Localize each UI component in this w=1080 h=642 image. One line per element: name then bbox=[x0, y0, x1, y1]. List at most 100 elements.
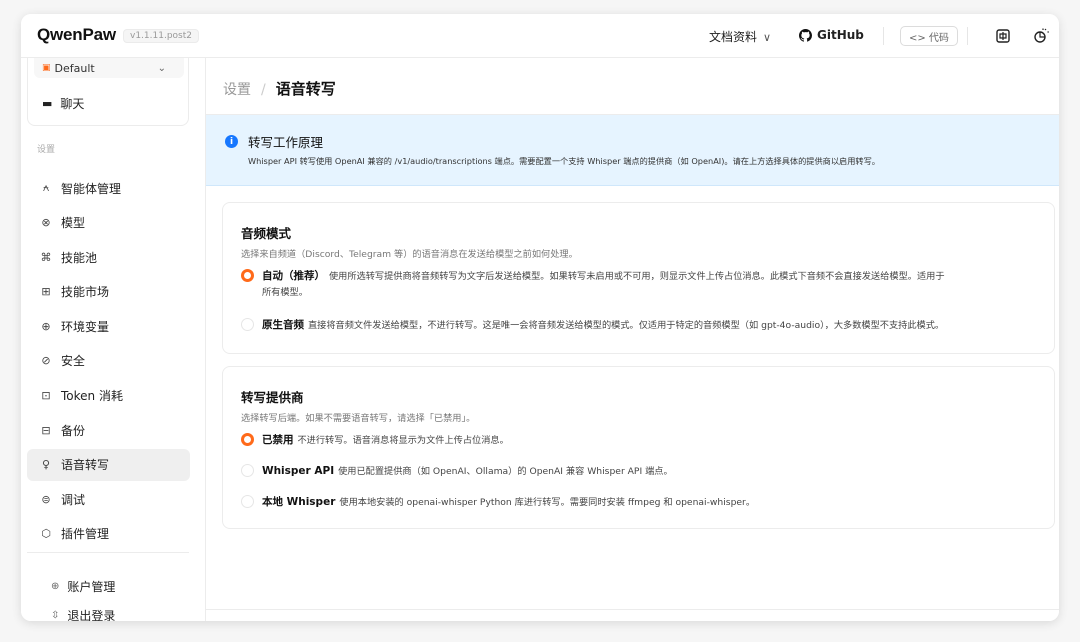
main-content: 设置 / 语音转写 i 转写工作原理 Whisper API 转写使用 Open… bbox=[206, 58, 1059, 621]
theme-icon bbox=[1034, 28, 1049, 43]
option-description: 直接将音频文件发送给模型，不进行转写。这是唯一会将音频发送给模型的模式。仅适用于… bbox=[308, 320, 945, 331]
option-label: 已禁用 bbox=[262, 434, 294, 446]
agent-select-value: Default bbox=[54, 61, 95, 75]
skill-market-icon: ⊞ bbox=[41, 285, 51, 299]
radio-button[interactable] bbox=[241, 495, 254, 508]
sidebar-item-label: 模型 bbox=[61, 216, 86, 231]
settings-menu: ⍲ 智能体管理 ⊗ 模型 ⌘ 技能池 ⊞ 技能市场 ⊕ 环境变量 ⊘ 安全 ⊡ Token 消耗 ⊟ 备份 ♀ 语… bbox=[21, 172, 206, 553]
option-label: Whisper API bbox=[262, 465, 335, 477]
account-button[interactable]: ⊕ 账户管理 bbox=[51, 578, 115, 595]
model-icon: ⊗ bbox=[41, 216, 51, 230]
divider bbox=[883, 27, 884, 45]
audio-mode-card: 音频模式 选择来自频道（Discord、Telegram 等）的语音消息在发送给… bbox=[222, 202, 1055, 354]
microphone-icon: ♀ bbox=[41, 458, 51, 472]
provider-option-disabled[interactable]: 已禁用 不进行转写。语音消息将显示为文件上传占位消息。 bbox=[241, 432, 509, 449]
option-label: 本地 Whisper bbox=[262, 496, 336, 508]
top-bar: QwenPaw v1.1.11.post2 文档资料 ∨ GitHub <> 代码 bbox=[21, 14, 1059, 58]
card-subtitle: 选择来自频道（Discord、Telegram 等）的语音消息在发送给模型之前如… bbox=[241, 249, 578, 260]
card-title: 转写提供商 bbox=[241, 390, 304, 405]
option-description: 使用所选转写提供商将音频转写为文字后发送给模型。如果转写未启用或不可用，则显示文… bbox=[329, 271, 945, 282]
option-description: 使用已配置提供商（如 OpenAI、Ollama）的 OpenAI 兼容 Whi… bbox=[338, 466, 673, 477]
github-link[interactable]: GitHub bbox=[799, 28, 864, 42]
breadcrumb-parent[interactable]: 设置 bbox=[223, 79, 251, 99]
sidebar-item-label: 技能市场 bbox=[61, 285, 110, 300]
page-title: 语音转写 bbox=[275, 80, 336, 98]
agent-icon: ⍲ bbox=[42, 181, 50, 194]
github-label: GitHub bbox=[817, 28, 864, 42]
agent-panel: ▣ Default ⌄ ▬ 聊天 bbox=[27, 58, 189, 126]
sidebar-item-label: 智能体管理 bbox=[61, 181, 122, 196]
option-description: 使用本地安装的 openai-whisper Python 库进行转写。需要同时… bbox=[339, 497, 756, 508]
provider-option-whisper-api[interactable]: Whisper API 使用已配置提供商（如 OpenAI、Ollama）的 Op… bbox=[241, 463, 673, 480]
sidebar-item-plugin[interactable]: ⬡ 插件管理 bbox=[27, 518, 190, 550]
sidebar-item-backup[interactable]: ⊟ 备份 bbox=[27, 414, 190, 446]
sidebar-item-label: 调试 bbox=[61, 492, 86, 507]
radio-button[interactable] bbox=[241, 318, 254, 331]
sidebar-item-agent[interactable]: ⍲ 智能体管理 bbox=[27, 172, 190, 204]
account-label: 账户管理 bbox=[67, 580, 116, 594]
sidebar-item-label: 聊天 bbox=[60, 97, 85, 111]
language-button[interactable] bbox=[992, 25, 1014, 47]
sidebar-item-label: 备份 bbox=[61, 423, 86, 438]
option-description-continued: 所有模型。 bbox=[262, 287, 308, 298]
account-icon: ⊕ bbox=[51, 581, 60, 592]
radio-button[interactable] bbox=[241, 269, 254, 282]
skill-pool-icon: ⌘ bbox=[40, 250, 52, 264]
chevron-down-icon: ⌄ bbox=[157, 62, 166, 74]
info-banner: i 转写工作原理 Whisper API 转写使用 OpenAI 兼容的 /v1… bbox=[206, 115, 1059, 186]
sidebar-item-label: 插件管理 bbox=[61, 527, 110, 542]
sidebar-item-skill-market[interactable]: ⊞ 技能市场 bbox=[27, 276, 190, 308]
option-description: 不进行转写。语音消息将显示为文件上传占位消息。 bbox=[297, 435, 509, 446]
docs-label: 文档资料 bbox=[709, 30, 758, 44]
agent-select[interactable]: ▣ Default ⌄ bbox=[34, 58, 184, 78]
page-header: 设置 / 语音转写 bbox=[206, 58, 1059, 115]
audio-mode-option-native[interactable]: 原生音频 直接将音频文件发送给模型，不进行转写。这是唯一会将音频发送给模型的模式。… bbox=[241, 317, 1041, 334]
option-label: 原生音频 bbox=[262, 319, 304, 331]
info-title: 转写工作原理 bbox=[248, 135, 324, 150]
divider bbox=[206, 609, 1059, 610]
env-icon: ⊕ bbox=[41, 319, 51, 333]
github-icon bbox=[799, 28, 812, 42]
version-badge: v1.1.11.post2 bbox=[123, 29, 199, 43]
logout-icon: ⇳ bbox=[51, 610, 60, 621]
code-button[interactable]: <> 代码 bbox=[900, 26, 958, 46]
radio-button[interactable] bbox=[241, 464, 254, 477]
docs-menu[interactable]: 文档资料 ∨ bbox=[709, 28, 771, 45]
app-window: QwenPaw v1.1.11.post2 文档资料 ∨ GitHub <> 代码… bbox=[21, 14, 1059, 621]
sidebar-item-token[interactable]: ⊡ Token 消耗 bbox=[27, 380, 190, 412]
sidebar-item-label: 技能池 bbox=[61, 250, 98, 265]
plugin-icon: ⬡ bbox=[41, 527, 51, 541]
sidebar-item-model[interactable]: ⊗ 模型 bbox=[27, 207, 190, 239]
backup-icon: ⊟ bbox=[41, 423, 51, 437]
audio-mode-option-auto[interactable]: 自动（推荐） 使用所选转写提供商将音频转写为文字后发送给模型。如果转写未启用或不可… bbox=[241, 268, 1041, 301]
chat-icon: ▬ bbox=[42, 97, 53, 110]
sidebar-item-chat[interactable]: ▬ 聊天 bbox=[42, 95, 84, 112]
info-icon: i bbox=[225, 135, 238, 148]
card-title: 音频模式 bbox=[241, 226, 292, 241]
breadcrumb-separator: / bbox=[261, 82, 266, 98]
sidebar-item-label: Token 消耗 bbox=[61, 389, 123, 404]
info-description: Whisper API 转写使用 OpenAI 兼容的 /v1/audio/tr… bbox=[248, 156, 880, 166]
breadcrumb: 设置 / 语音转写 bbox=[223, 78, 336, 99]
radio-button[interactable] bbox=[241, 433, 254, 446]
theme-toggle-button[interactable] bbox=[1030, 25, 1052, 47]
debug-icon: ⊜ bbox=[41, 492, 51, 506]
agent-icon: ▣ bbox=[42, 63, 51, 73]
sidebar-item-env[interactable]: ⊕ 环境变量 bbox=[27, 310, 190, 342]
provider-option-local-whisper[interactable]: 本地 Whisper 使用本地安装的 openai-whisper Python … bbox=[241, 494, 755, 511]
sidebar-item-security[interactable]: ⊘ 安全 bbox=[27, 345, 190, 377]
token-icon: ⊡ bbox=[41, 389, 51, 403]
logout-button[interactable]: ⇳ 退出登录 bbox=[51, 607, 115, 621]
sidebar-item-skill-pool[interactable]: ⌘ 技能池 bbox=[27, 241, 190, 273]
divider bbox=[967, 27, 968, 45]
language-icon bbox=[996, 29, 1010, 43]
card-subtitle: 选择转写后端。如果不需要语音转写，请选择「已禁用」。 bbox=[241, 413, 476, 424]
provider-card: 转写提供商 选择转写后端。如果不需要语音转写，请选择「已禁用」。 已禁用 不进行转… bbox=[222, 366, 1055, 529]
option-label: 自动（推荐） bbox=[262, 270, 325, 282]
sidebar-item-debug[interactable]: ⊜ 调试 bbox=[27, 483, 190, 515]
divider bbox=[27, 552, 189, 553]
sidebar-item-label: 安全 bbox=[61, 354, 86, 369]
sidebar-item-microphone[interactable]: ♀ 语音转写 bbox=[27, 448, 190, 481]
sidebar-item-label: 环境变量 bbox=[61, 319, 110, 334]
app-logo[interactable]: QwenPaw bbox=[37, 25, 116, 45]
